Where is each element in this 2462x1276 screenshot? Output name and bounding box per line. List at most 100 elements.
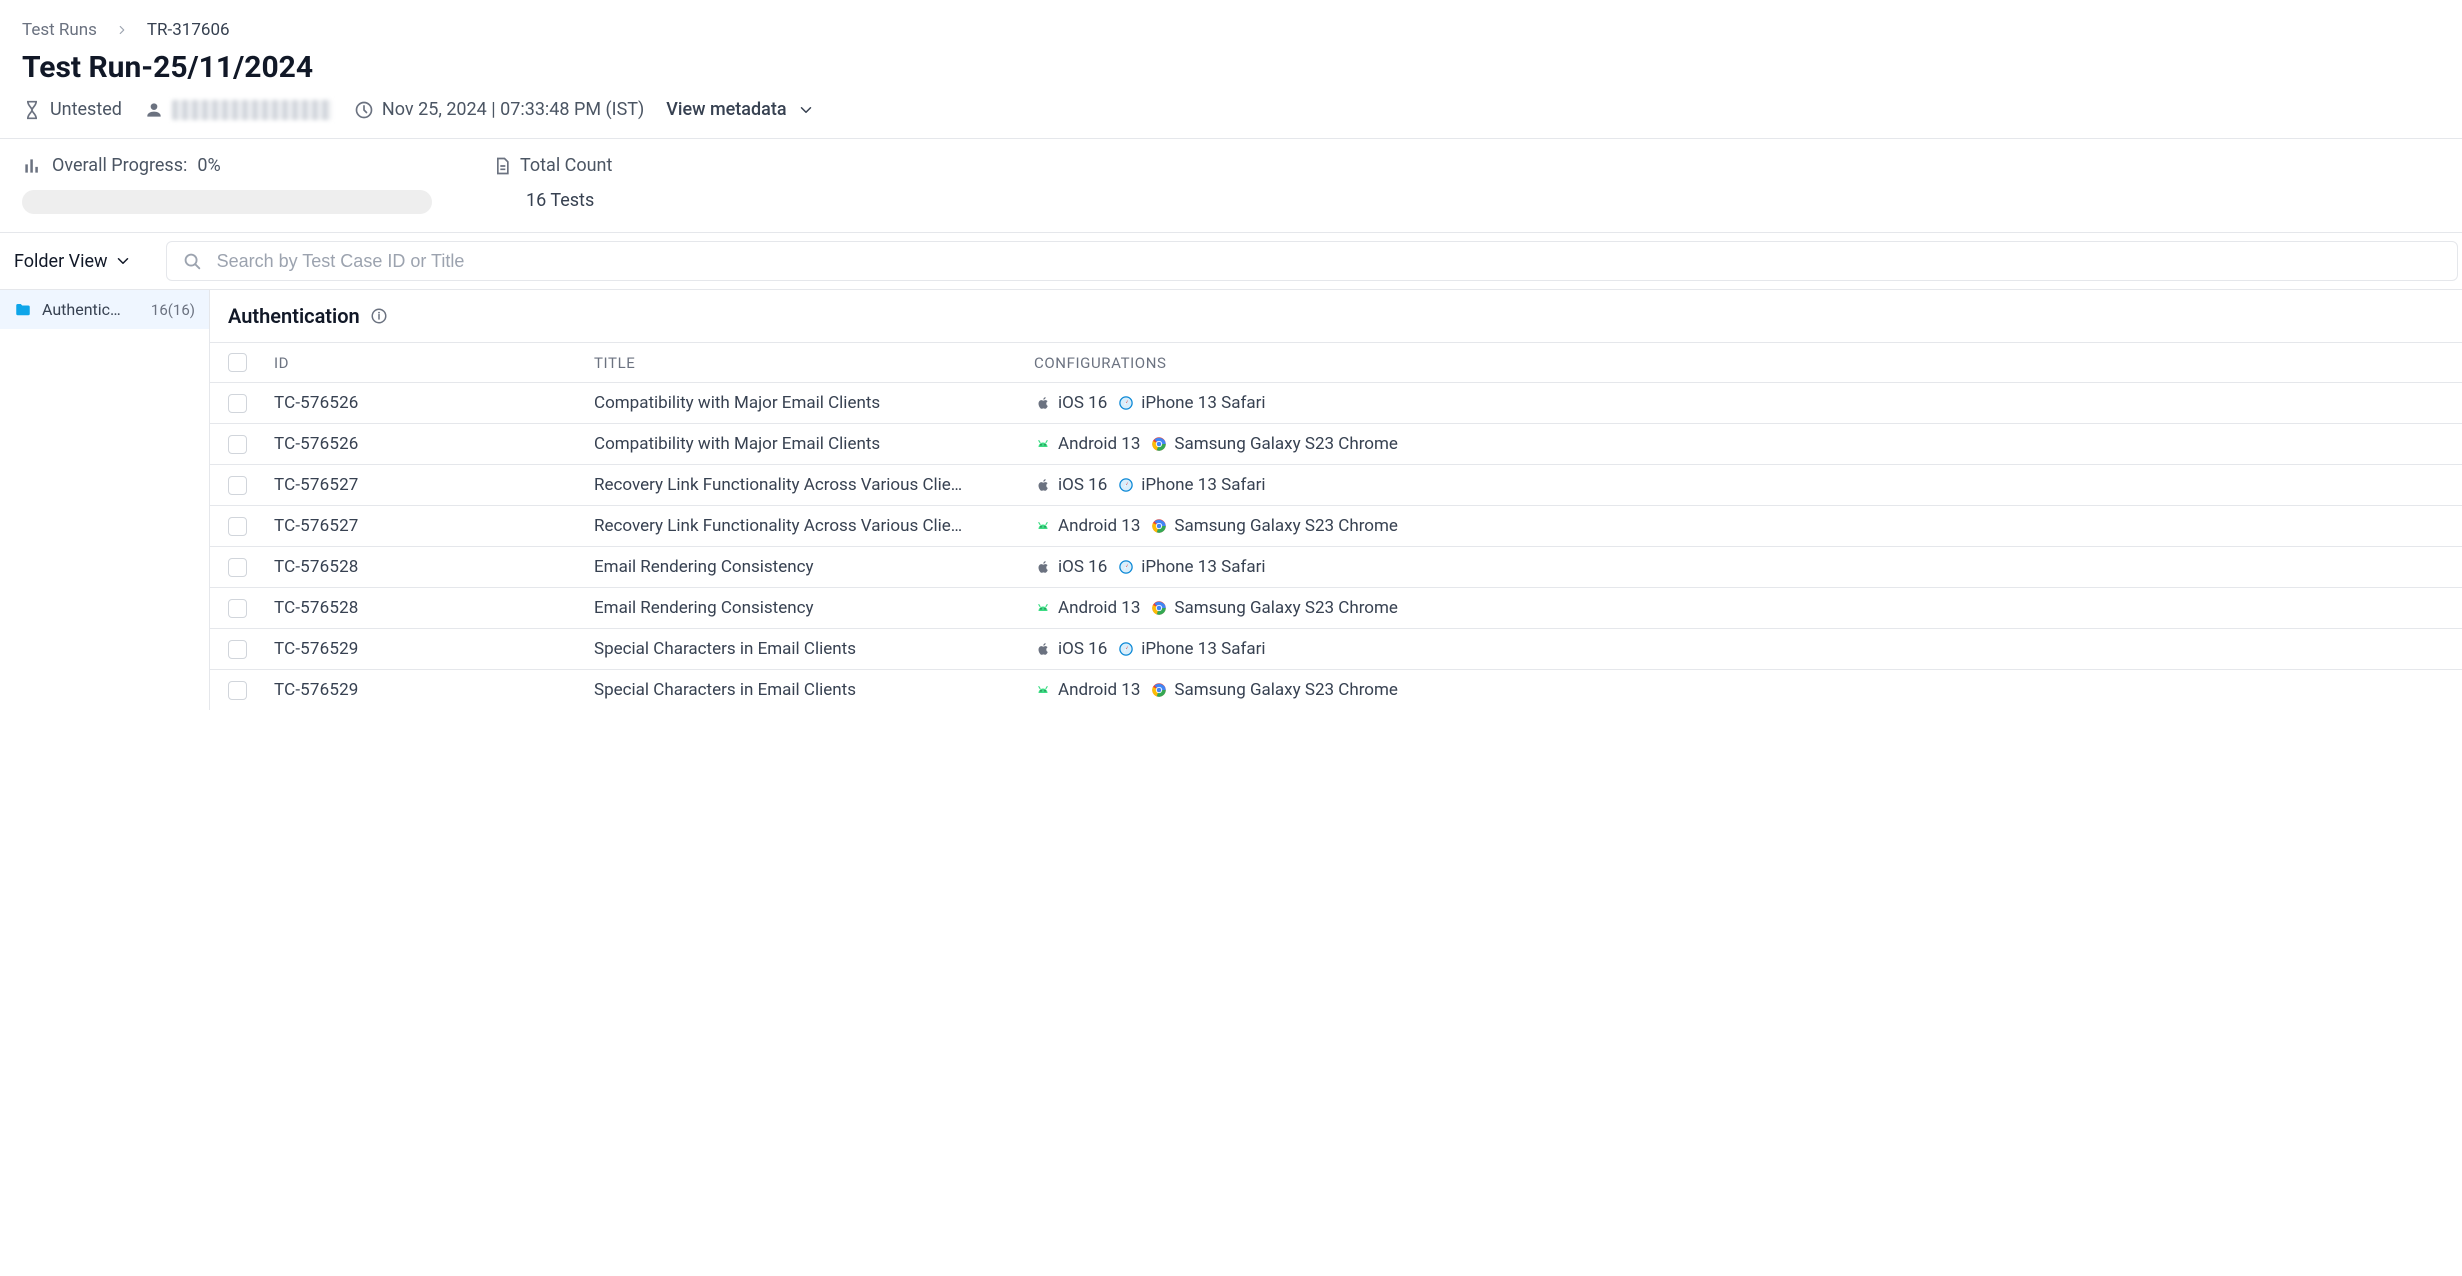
overall-progress-value: 0% — [197, 155, 220, 176]
cell-configurations: Android 13Samsung Galaxy S23 Chrome — [1034, 680, 2462, 700]
row-checkbox[interactable] — [228, 517, 247, 536]
os-label: iOS 16 — [1058, 557, 1107, 577]
breadcrumb-parent[interactable]: Test Runs — [22, 20, 97, 40]
cell-title: Email Rendering Consistency — [594, 557, 1034, 577]
config-chip: iPhone 13 Safari — [1117, 557, 1265, 577]
config-chip: iPhone 13 Safari — [1117, 393, 1265, 413]
android-icon — [1034, 681, 1052, 699]
table-row[interactable]: TC-576527 Recovery Link Functionality Ac… — [210, 464, 2462, 505]
safari-icon — [1117, 394, 1135, 412]
cell-id: TC-576528 — [274, 557, 594, 577]
document-icon — [492, 156, 512, 176]
config-chip: iPhone 13 Safari — [1117, 639, 1265, 659]
chrome-icon — [1150, 599, 1168, 617]
cell-configurations: Android 13 Samsung Galaxy S23 Chrome — [1034, 598, 2462, 618]
cell-configurations: Android 13 Samsung Galaxy S23 Chrome — [1034, 434, 2462, 454]
chevron-right-icon — [115, 23, 129, 37]
user-icon — [144, 100, 164, 120]
cell-title: Email Rendering Consistency — [594, 598, 1034, 618]
android-icon — [1034, 517, 1052, 535]
timestamp-text: Nov 25, 2024 | 07:33:48 PM (IST) — [382, 99, 644, 120]
cell-id: TC-576526 — [274, 434, 594, 454]
cell-title: Compatibility with Major Email Clients — [594, 393, 1034, 413]
info-icon[interactable] — [370, 307, 388, 325]
safari-icon — [1117, 640, 1135, 658]
cell-title: Recovery Link Functionality Across Vario… — [594, 475, 1034, 495]
os-label: Android 13 — [1058, 434, 1140, 454]
folder-icon — [14, 301, 32, 319]
cell-id: TC-576527 — [274, 516, 594, 536]
config-chip: Samsung Galaxy S23 Chrome — [1150, 516, 1398, 536]
folder-panel: Authentic… 16(16) — [0, 290, 210, 710]
row-checkbox[interactable] — [228, 599, 247, 618]
row-checkbox[interactable] — [228, 476, 247, 495]
cell-configurations: iOS 16 iPhone 13 Safari — [1034, 475, 2462, 495]
table-row[interactable]: TC-576529 Special Characters in Email Cl… — [210, 628, 2462, 669]
config-chip: iOS 16 — [1034, 639, 1107, 659]
chrome-icon — [1150, 681, 1168, 699]
cell-id: TC-576526 — [274, 393, 594, 413]
breadcrumb: Test Runs TR-317606 — [22, 20, 2440, 40]
os-label: Android 13 — [1058, 516, 1140, 536]
cell-title: Compatibility with Major Email Clients — [594, 434, 1034, 454]
config-chip: Android 13 — [1034, 680, 1140, 700]
os-label: iOS 16 — [1058, 639, 1107, 659]
column-title: TITLE — [594, 354, 1034, 372]
section-title: Authentication — [228, 304, 360, 328]
table-row[interactable]: TC-576528 Email Rendering Consistency An… — [210, 587, 2462, 628]
row-checkbox[interactable] — [228, 681, 247, 700]
view-metadata-label: View metadata — [666, 99, 786, 120]
search-icon — [181, 250, 203, 272]
clock-icon — [354, 100, 374, 120]
config-chip: Samsung Galaxy S23 Chrome — [1150, 598, 1398, 618]
row-checkbox[interactable] — [228, 558, 247, 577]
config-chip: iOS 16 — [1034, 393, 1107, 413]
device-label: Samsung Galaxy S23 Chrome — [1174, 516, 1398, 536]
android-icon — [1034, 435, 1052, 453]
status-badge: Untested — [22, 99, 122, 120]
config-chip: Android 13 — [1034, 598, 1140, 618]
config-chip: Android 13 — [1034, 516, 1140, 536]
overall-progress-label: Overall Progress: — [52, 155, 187, 176]
apple-icon — [1034, 558, 1052, 576]
table-row[interactable]: TC-576529 Special Characters in Email Cl… — [210, 669, 2462, 710]
device-label: Samsung Galaxy S23 Chrome — [1174, 434, 1398, 454]
table-header: ID TITLE CONFIGURATIONS — [210, 342, 2462, 382]
view-metadata-button[interactable]: View metadata — [666, 99, 814, 120]
page-title: Test Run-25/11/2024 — [22, 50, 2440, 85]
folder-item-authentication[interactable]: Authentic… 16(16) — [0, 290, 209, 329]
apple-icon — [1034, 476, 1052, 494]
row-checkbox[interactable] — [228, 435, 247, 454]
device-label: iPhone 13 Safari — [1141, 557, 1265, 577]
row-checkbox[interactable] — [228, 394, 247, 413]
device-label: iPhone 13 Safari — [1141, 475, 1265, 495]
view-mode-dropdown[interactable]: Folder View — [10, 245, 136, 278]
folder-name: Authentic… — [42, 300, 141, 319]
chevron-down-icon — [797, 101, 815, 119]
view-mode-label: Folder View — [14, 251, 108, 272]
cell-configurations: iOS 16 iPhone 13 Safari — [1034, 639, 2462, 659]
total-count-label: Total Count — [520, 155, 612, 176]
search-field[interactable] — [166, 241, 2458, 281]
table-row[interactable]: TC-576526 Compatibility with Major Email… — [210, 423, 2462, 464]
table-row[interactable]: TC-576527 Recovery Link Functionality Ac… — [210, 505, 2462, 546]
progress-strip: Overall Progress: 0% Total Count 16 Test… — [0, 139, 2462, 232]
search-input[interactable] — [217, 251, 2443, 272]
select-all-checkbox[interactable] — [228, 353, 247, 372]
safari-icon — [1117, 476, 1135, 494]
device-label: iPhone 13 Safari — [1141, 393, 1265, 413]
cell-configurations: Android 13 Samsung Galaxy S23 Chrome — [1034, 516, 2462, 536]
column-configurations: CONFIGURATIONS — [1034, 354, 2462, 372]
owner-field — [144, 100, 332, 120]
cell-configurations: iOS 16 iPhone 13 Safari — [1034, 557, 2462, 577]
cell-title: Special Characters in Email Clients — [594, 680, 1034, 700]
timestamp-field: Nov 25, 2024 | 07:33:48 PM (IST) — [354, 99, 644, 120]
owner-name-redacted — [172, 100, 332, 120]
table-row[interactable]: TC-576528 Email Rendering Consistency iO… — [210, 546, 2462, 587]
os-label: iOS 16 — [1058, 475, 1107, 495]
table-row[interactable]: TC-576526 Compatibility with Major Email… — [210, 382, 2462, 423]
bar-chart-icon — [22, 156, 42, 176]
config-chip: iOS 16 — [1034, 475, 1107, 495]
meta-row: Untested Nov 25, 2024 | 07:33:48 PM (IST… — [22, 99, 2440, 138]
row-checkbox[interactable] — [228, 640, 247, 659]
